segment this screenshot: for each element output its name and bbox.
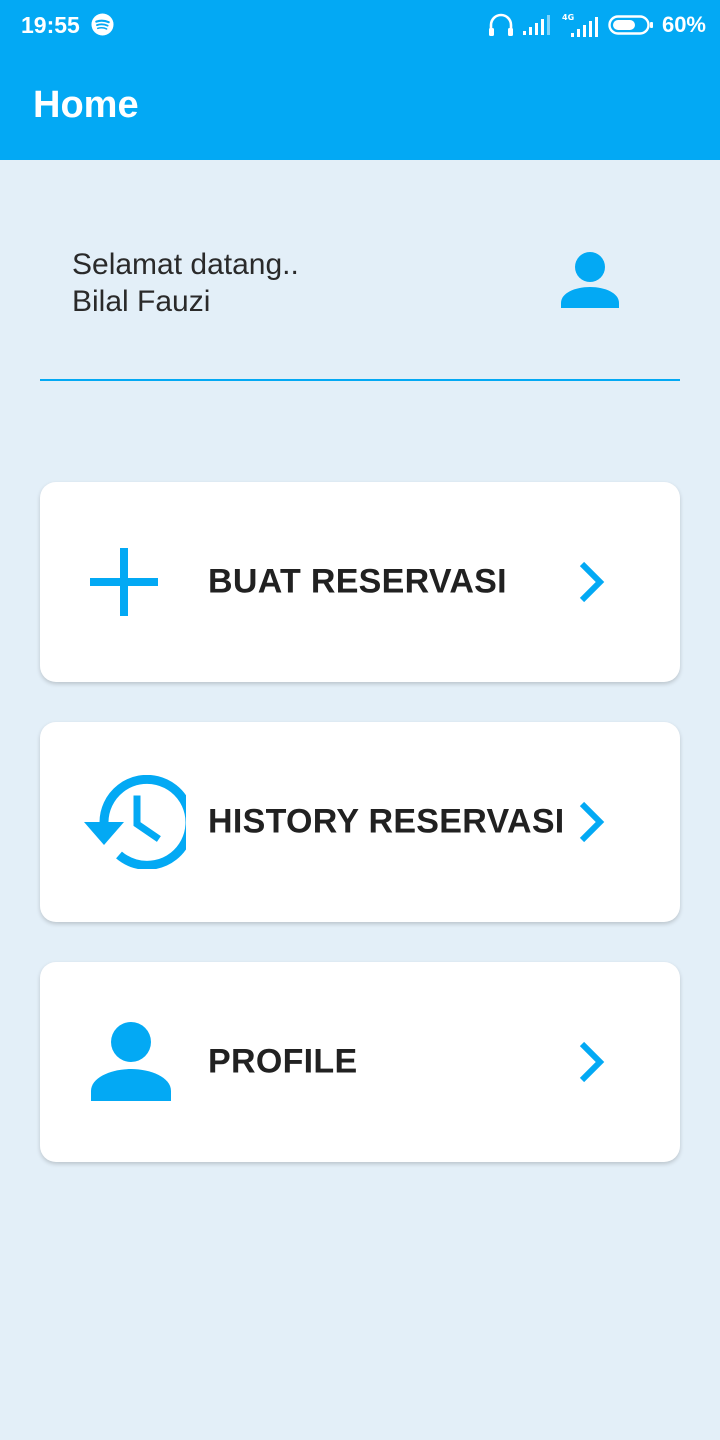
menu-label: BUAT RESERVASI	[208, 562, 507, 601]
chevron-right-icon	[579, 1041, 605, 1083]
spotify-icon	[91, 13, 114, 36]
welcome-greeting: Selamat datang..	[72, 248, 299, 281]
app-bar: 19:55 4G 60% Home	[0, 0, 720, 160]
history-icon	[84, 775, 186, 869]
headphones-icon	[488, 13, 513, 36]
battery-icon	[608, 15, 653, 35]
person-icon	[561, 252, 619, 308]
history-reservasi-card[interactable]: HISTORY RESERVASI	[40, 722, 680, 922]
profile-card[interactable]: PROFILE	[40, 962, 680, 1162]
buat-reservasi-card[interactable]: BUAT RESERVASI	[40, 482, 680, 682]
welcome-user-name: Bilal Fauzi	[72, 285, 211, 318]
svg-text:4G: 4G	[562, 13, 574, 22]
chevron-right-icon	[579, 801, 605, 843]
person-icon	[91, 1022, 171, 1101]
battery-percent: 60%	[661, 12, 706, 37]
page-title: Home	[33, 84, 139, 126]
signal-4g-icon: 4G	[562, 13, 598, 37]
plus-icon	[90, 548, 158, 616]
status-bar: 19:55 4G 60%	[0, 0, 720, 50]
welcome-text: Selamat datang.. Bilal Fauzi	[72, 246, 299, 320]
signal-icon	[522, 15, 550, 35]
status-icons: 4G 60%	[488, 12, 706, 38]
status-time: 19:55	[21, 12, 80, 38]
menu-label: HISTORY RESERVASI	[208, 802, 565, 841]
chevron-right-icon	[579, 561, 605, 603]
divider	[40, 379, 680, 381]
menu-label: PROFILE	[208, 1042, 358, 1081]
